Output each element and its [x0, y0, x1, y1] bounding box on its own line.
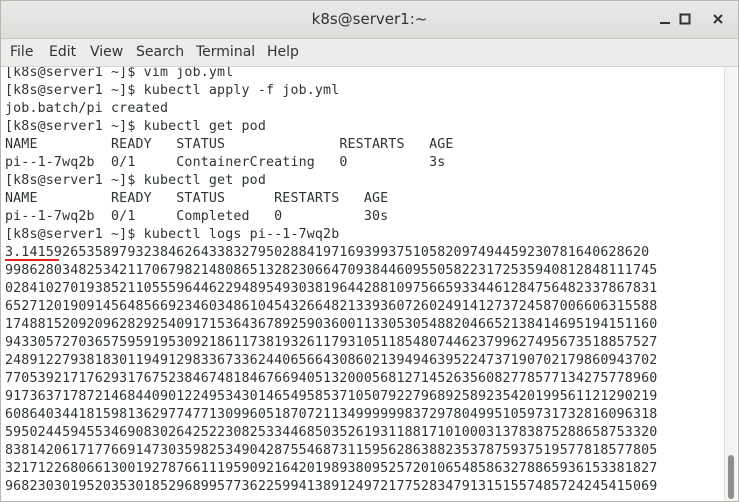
- terminal-line: NAME READY STATUS RESTARTS AGE: [5, 137, 454, 152]
- terminal-line: 5950244594553469083026425223082533446850…: [5, 425, 658, 440]
- terminal-line: [k8s@server1 ~]$ kubectl logs pi--1-7wq2…: [5, 227, 340, 242]
- terminal-line: 9986280348253421170679821480865132823066…: [5, 263, 658, 278]
- terminal-line: 9682303019520353018529689957736225994138…: [5, 479, 658, 494]
- terminal-line: pi--1-7wq2b 0/1 ContainerCreating 0 3s: [5, 155, 446, 170]
- terminal-line: job.batch/pi created: [5, 101, 169, 116]
- maximize-icon[interactable]: [675, 9, 695, 29]
- menu-bar: File Edit View Search Terminal Help: [1, 39, 738, 67]
- window-title: k8s@server1:~: [311, 10, 428, 28]
- terminal-line: 1748815209209628292540917153643678925903…: [5, 317, 658, 332]
- terminal-line: 6527120190914564856692346034861045432664…: [5, 299, 658, 314]
- terminal-line: 3217122680661300192787661119590921642019…: [5, 461, 658, 476]
- annotation-underline: [5, 259, 59, 261]
- terminal-line: 9173637178721468440901224953430146549585…: [5, 389, 658, 404]
- terminal-line: [k8s@server1 ~]$ vim job.yml: [5, 67, 234, 80]
- minimize-icon[interactable]: [655, 9, 675, 29]
- terminal-line: 0284102701938521105559644622948954930381…: [5, 281, 658, 296]
- scrollbar[interactable]: [724, 67, 737, 501]
- terminal-line: 6086403441815981362977477130996051870721…: [5, 407, 658, 422]
- terminal-line: NAME READY STATUS RESTARTS AGE: [5, 191, 389, 206]
- terminal-line: [k8s@server1 ~]$ kubectl apply -f job.ym…: [5, 83, 340, 98]
- terminal-line: pi--1-7wq2b 0/1 Completed 0 30s: [5, 209, 389, 224]
- title-bar[interactable]: k8s@server1:~: [1, 1, 738, 39]
- close-icon[interactable]: [708, 9, 728, 29]
- scrollbar-thumb[interactable]: [728, 455, 734, 499]
- terminal-line: [k8s@server1 ~]$ kubectl get pod: [5, 173, 266, 188]
- menu-file[interactable]: File: [10, 44, 33, 60]
- terminal-line: 3.14159265358979323846264338327950288419…: [5, 245, 650, 260]
- terminal-line: 9433057270365759591953092186117381932611…: [5, 335, 658, 350]
- menu-view[interactable]: View: [90, 44, 123, 60]
- terminal-output[interactable]: [k8s@server1 ~]$ vim job.yml [k8s@server…: [1, 67, 726, 501]
- menu-terminal[interactable]: Terminal: [196, 44, 255, 60]
- terminal-line: 2489122793818301194912983367336244065664…: [5, 353, 658, 368]
- menu-help[interactable]: Help: [267, 44, 299, 60]
- terminal-line: 8381420617177669147303598253490428755468…: [5, 443, 658, 458]
- terminal-window: k8s@server1:~ File Edit View Search Term…: [0, 0, 739, 502]
- terminal-line: 7705392171762931767523846748184676694051…: [5, 371, 658, 386]
- terminal-line: [k8s@server1 ~]$ kubectl get pod: [5, 119, 266, 134]
- menu-edit[interactable]: Edit: [49, 44, 76, 60]
- menu-search[interactable]: Search: [136, 44, 184, 60]
